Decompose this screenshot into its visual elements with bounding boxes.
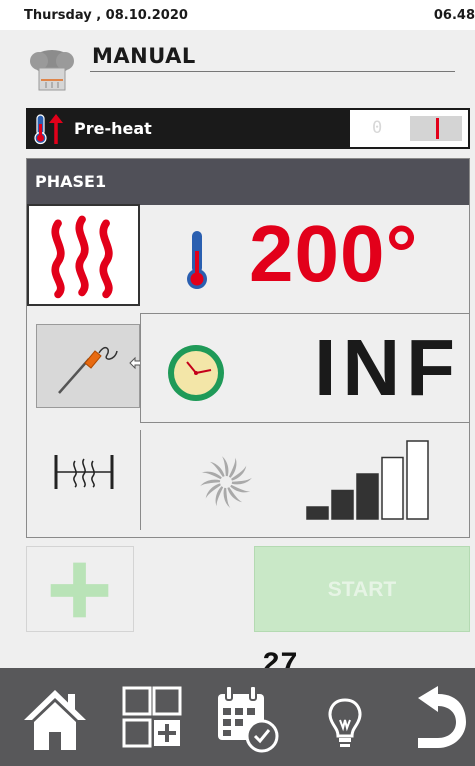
start-label: START: [327, 578, 397, 601]
fan-speed-bars[interactable]: [305, 439, 450, 521]
home-icon[interactable]: [22, 684, 88, 754]
thermometer-up-icon: [34, 114, 63, 145]
bottom-navbar: [0, 668, 475, 766]
toggle-off-label: 0: [372, 118, 383, 138]
timer-box[interactable]: INF: [140, 313, 470, 423]
lightbulb-icon[interactable]: [312, 684, 378, 754]
chef-hat-icon: [30, 50, 74, 91]
fan-speed-bar: [331, 489, 354, 520]
phase-title: PHASE1: [35, 172, 107, 191]
thermometer-icon: [187, 231, 207, 289]
title-underline: [90, 71, 455, 72]
steam-valve-icon[interactable]: [53, 451, 115, 493]
start-button[interactable]: START: [254, 546, 470, 632]
add-phase-button[interactable]: [26, 546, 134, 632]
preheat-bar: Pre-heat 0: [26, 108, 470, 149]
time-value[interactable]: INF: [314, 328, 461, 408]
preheat-label: Pre-heat: [74, 119, 152, 138]
status-time: 06.48: [433, 8, 475, 23]
page-header: MANUAL: [0, 30, 475, 108]
status-bar: Thursday , 08.10.2020 06.48: [0, 0, 475, 30]
heat-mode-button[interactable]: [27, 204, 140, 306]
core-probe-button[interactable]: [36, 324, 140, 408]
plus-icon: [50, 562, 109, 618]
core-probe-icon: [58, 346, 118, 394]
back-icon[interactable]: [404, 684, 470, 754]
phase-panel: PHASE1 200° INF: [26, 158, 470, 538]
status-date: Thursday , 08.10.2020: [24, 8, 188, 23]
page-title: MANUAL: [92, 44, 196, 68]
fan-icon[interactable]: [193, 449, 259, 515]
column-divider: [140, 430, 141, 530]
phase-header: PHASE1: [27, 159, 469, 205]
fan-speed-bar: [356, 473, 379, 520]
calendar-schedule-icon[interactable]: [214, 684, 280, 754]
fan-speed-bar: [306, 506, 329, 520]
heat-waves-icon: [51, 215, 113, 299]
preheat-toggle[interactable]: 0: [350, 110, 468, 147]
fan-speed-bar: [406, 440, 429, 520]
temperature-value[interactable]: 200°: [249, 214, 418, 294]
fan-speed-bar: [381, 456, 404, 520]
add-program-icon[interactable]: [118, 684, 184, 754]
toggle-knob: [410, 116, 462, 141]
clock-icon: [168, 345, 224, 401]
